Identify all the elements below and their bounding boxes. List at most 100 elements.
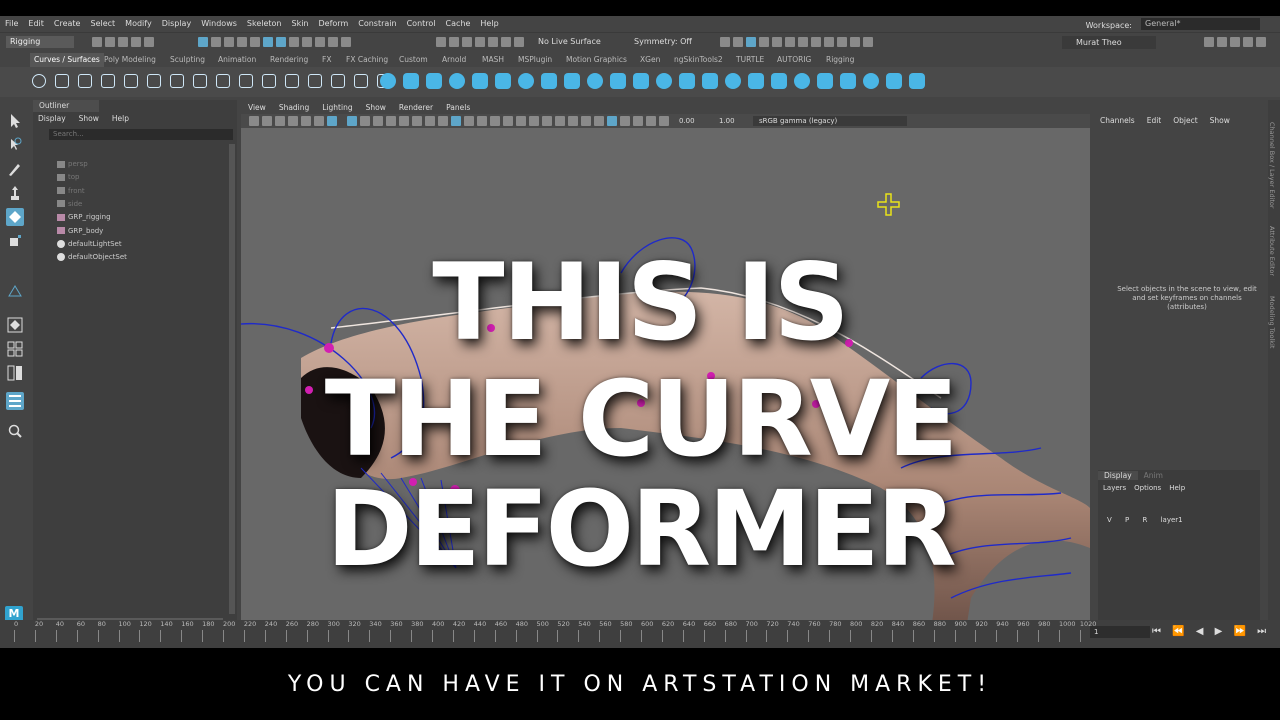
surface-tool-icon[interactable]	[449, 73, 465, 89]
menu-windows[interactable]: Windows	[196, 16, 242, 32]
surface-tool-icon[interactable]	[702, 73, 718, 89]
viewport-menu-shading[interactable]: Shading	[279, 103, 309, 112]
surface-tool-icon[interactable]	[610, 73, 626, 89]
surface-tool-icon[interactable]	[771, 73, 787, 89]
outliner-menu-display[interactable]: Display	[38, 114, 66, 123]
time-slider[interactable]: 0 20 40 60 80 100 120 140 160 180 200 220 240 260 280 3…	[0, 620, 1280, 648]
menu-modify[interactable]: Modify	[120, 16, 157, 32]
color-space-dropdown[interactable]: sRGB gamma (legacy)	[753, 116, 907, 126]
menu-display[interactable]: Display	[157, 16, 197, 32]
surface-tool-icon[interactable]	[886, 73, 902, 89]
channel-box-menu-object[interactable]: Object	[1173, 116, 1197, 125]
surface-tool-icon[interactable]	[403, 73, 419, 89]
outliner-search-input[interactable]: Search...	[49, 129, 233, 140]
outliner-item[interactable]: front	[57, 185, 85, 198]
shelf-tab-custom[interactable]: Custom	[399, 53, 428, 67]
surface-tool-icon[interactable]	[725, 73, 741, 89]
shelf-tab-rigging[interactable]: Rigging	[826, 53, 854, 67]
surface-tool-icon[interactable]	[794, 73, 810, 89]
shelf-tab-fx[interactable]: FX	[322, 53, 331, 67]
shelf-tab-curves-surfaces[interactable]: Curves / Surfaces	[30, 53, 104, 67]
menu-file[interactable]: File	[0, 16, 23, 32]
curve-tool-icon[interactable]	[32, 74, 46, 88]
shelf-tab-ngskintools2[interactable]: ngSkinTools2	[674, 53, 723, 67]
menu-cache[interactable]: Cache	[441, 16, 476, 32]
curve-tool-icon[interactable]	[331, 74, 345, 88]
shelf-tab-arnold[interactable]: Arnold	[442, 53, 466, 67]
shelf-tab-autorig[interactable]: AUTORIG	[777, 53, 811, 67]
menu-control[interactable]: Control	[402, 16, 441, 32]
menu-constrain[interactable]: Constrain	[353, 16, 401, 32]
surface-tool-icon[interactable]	[909, 73, 925, 89]
outliner-item[interactable]: GRP_body	[57, 225, 103, 238]
curve-tool-icon[interactable]	[78, 74, 92, 88]
surface-tool-icon[interactable]	[748, 73, 764, 89]
surface-tool-icon[interactable]	[679, 73, 695, 89]
display-icons[interactable]	[347, 116, 669, 128]
menu-set-dropdown[interactable]: Rigging	[6, 36, 74, 48]
shelf-tab-mash[interactable]: MASH	[482, 53, 504, 67]
playback-controls[interactable]: ⏮ ⏪ ◀ ▶ ⏩ ⏭	[1152, 626, 1270, 637]
shelf-tab-fx-caching[interactable]: FX Caching	[346, 53, 388, 67]
select-tool-icon[interactable]	[6, 112, 24, 130]
curve-tool-icon[interactable]	[216, 74, 230, 88]
viewport-menu-view[interactable]: View	[248, 103, 266, 112]
channel-box-menu-edit[interactable]: Edit	[1147, 116, 1162, 125]
symmetry-dropdown[interactable]: Symmetry: Off	[634, 37, 692, 46]
shelf-tab-sculpting[interactable]: Sculpting	[170, 53, 205, 67]
surface-tool-icon[interactable]	[426, 73, 442, 89]
curve-tool-icon[interactable]	[170, 74, 184, 88]
surface-tool-icon[interactable]	[633, 73, 649, 89]
menu-select[interactable]: Select	[85, 16, 120, 32]
menu-help[interactable]: Help	[475, 16, 503, 32]
outliner-item[interactable]: top	[57, 171, 79, 184]
viewport-menu-show[interactable]: Show	[366, 103, 386, 112]
live-surface-label[interactable]: No Live Surface	[538, 37, 601, 46]
viewport-menu-panels[interactable]: Panels	[446, 103, 470, 112]
shelf-tab-motion-graphics[interactable]: Motion Graphics	[566, 53, 627, 67]
curve-tool-icon[interactable]	[193, 74, 207, 88]
menu-deform[interactable]: Deform	[314, 16, 354, 32]
render-icons[interactable]	[720, 37, 873, 49]
curve-tool-icon[interactable]	[354, 74, 368, 88]
outliner-item[interactable]: persp	[57, 158, 88, 171]
curve-tool-icon[interactable]	[285, 74, 299, 88]
outliner-item[interactable]: side	[57, 198, 82, 211]
rotate-tool-icon[interactable]	[6, 208, 24, 226]
surface-tool-icon[interactable]	[380, 73, 396, 89]
surface-tool-icon[interactable]	[495, 73, 511, 89]
curve-tool-icon[interactable]	[239, 74, 253, 88]
curve-tool-icon[interactable]	[262, 74, 276, 88]
surface-tool-icon[interactable]	[518, 73, 534, 89]
curve-tool-icon[interactable]	[147, 74, 161, 88]
curve-tool-icon[interactable]	[308, 74, 322, 88]
outliner-item[interactable]: GRP_rigging	[57, 211, 111, 224]
outliner-menu-show[interactable]: Show	[79, 114, 99, 123]
file-icons[interactable]	[92, 37, 154, 49]
surface-tool-icon[interactable]	[472, 73, 488, 89]
surface-tool-icon[interactable]	[587, 73, 603, 89]
workspace-dropdown[interactable]: General*	[1141, 18, 1260, 30]
shelf-tab-msplugin[interactable]: MSPlugin	[518, 53, 552, 67]
curve-tool-icon[interactable]	[101, 74, 115, 88]
paint-select-icon[interactable]	[6, 160, 24, 178]
side-tab-channel-box[interactable]: Channel Box / Layer Editor	[1268, 122, 1276, 209]
move-tool-icon[interactable]	[6, 184, 24, 202]
selection-mask-icons[interactable]	[198, 37, 351, 49]
gamma-value[interactable]: 1.00	[719, 114, 735, 128]
exposure-value[interactable]: 0.00	[679, 114, 695, 128]
menu-edit[interactable]: Edit	[23, 16, 49, 32]
viewport-menu-lighting[interactable]: Lighting	[322, 103, 352, 112]
surface-tool-icon[interactable]	[863, 73, 879, 89]
surface-tool-icon[interactable]	[564, 73, 580, 89]
channel-box-menu-channels[interactable]: Channels	[1100, 116, 1135, 125]
surface-tool-icon[interactable]	[840, 73, 856, 89]
camera-icons[interactable]	[249, 116, 337, 128]
surface-tool-icon[interactable]	[541, 73, 557, 89]
snap-icons[interactable]	[436, 37, 524, 49]
current-frame-field[interactable]: 1	[1090, 626, 1150, 638]
shelf-tab-turtle[interactable]: TURTLE	[736, 53, 764, 67]
shelf-tab-poly-modeling[interactable]: Poly Modeling	[104, 53, 156, 67]
menu-skin[interactable]: Skin	[287, 16, 314, 32]
curve-tool-icon[interactable]	[124, 74, 138, 88]
